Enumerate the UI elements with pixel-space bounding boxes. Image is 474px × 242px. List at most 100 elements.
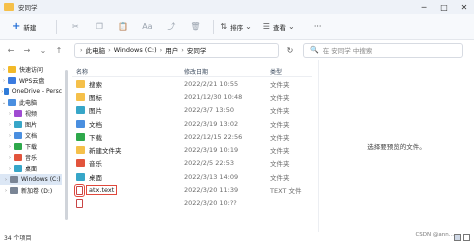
sidebar-item[interactable]: › 快速访问 [0,64,62,75]
copy-icon[interactable]: ❐ [91,19,107,35]
view-label: 查看 [272,23,286,32]
sidebar-item[interactable]: › OneDrive - Persc [0,86,62,97]
chevron-icon[interactable]: › [6,111,14,117]
file-name: 搜索 [89,80,102,89]
sidebar-item[interactable]: › 音乐 [0,152,62,163]
paste-icon[interactable]: 📋 [115,19,131,35]
sidebar-item-label: 下载 [25,144,38,151]
column-header-date[interactable]: 修改日期 [184,67,270,76]
file-rows: 搜索 2022/2/21 10:55 文件夹 图标 2021/12/30 10:48 文件… [72,77,312,210]
file-row[interactable]: 图标 2021/12/30 10:48 文件夹 [72,90,312,103]
back-button[interactable]: ← [4,43,18,57]
file-row[interactable]: 文档 2022/3/19 13:02 文件夹 [72,117,312,130]
sidebar-item[interactable]: › 桌面 [0,163,62,174]
separator-icon: › [80,46,83,54]
cut-icon[interactable]: ✂ [67,19,83,35]
sort-button[interactable]: ⇅ 排序 ⌄ [220,22,254,32]
window-title: 安同学 [18,4,38,12]
delete-icon[interactable]: 🗑 [187,19,203,35]
chevron-icon[interactable]: › [6,144,14,150]
item-count: 34 个项目 [4,234,32,242]
file-name-cell [72,198,184,208]
chevron-icon[interactable]: › [2,188,10,194]
column-header-name[interactable]: 名称 [72,67,184,76]
sidebar-item[interactable]: › 文档 [0,130,62,141]
up-button[interactable]: ↑ [52,43,66,57]
file-date: 2022/3/19 13:02 [184,119,239,128]
sidebar-item-icon [14,121,22,128]
file-name: 桌面 [89,173,102,182]
minimize-button[interactable]: ─ [414,0,434,14]
recent-locations-button[interactable]: ⌄ [36,43,50,57]
sidebar-item[interactable]: ⌄ 此电脑 [0,97,62,108]
watermark: CSDN @ann... [415,232,454,238]
rename-icon[interactable]: Aa [139,19,155,35]
breadcrumb-item[interactable]: 此电脑 [86,45,106,55]
file-row[interactable]: 下载 2022/12/15 22:56 文件夹 [72,130,312,143]
sidebar-item-icon [8,77,16,84]
file-row[interactable]: 音乐 2022/2/5 22:53 文件夹 [72,157,312,170]
maximize-button[interactable]: □ [434,0,454,14]
file-row[interactable]: atx.text 2022/3/20 11:39 TEXT 文件 [72,183,312,197]
file-name: 文档 [89,120,102,129]
file-name-cell: 桌面 [72,172,184,182]
sidebar-item[interactable]: › 新加卷 (D:) [0,185,62,196]
folder-icon [76,119,85,128]
sidebar-item-icon [14,165,22,172]
search-placeholder: 在 安同学 中搜索 [322,47,373,55]
breadcrumb-item[interactable]: 安同学 [187,45,207,55]
column-header-type[interactable]: 类型 [270,67,312,76]
sidebar-item-icon [14,110,22,117]
chevron-icon[interactable]: ⌄ [0,100,8,106]
chevron-icon[interactable]: › [6,122,14,128]
title-bar: 安同学 ─ □ ✕ [0,0,474,14]
file-date: 2022/3/20 10:?? [184,199,237,208]
chevron-icon[interactable]: › [6,133,14,139]
breadcrumb-item[interactable]: Windows (C:) [114,46,157,54]
sidebar-item[interactable]: › 下载 [0,141,62,152]
close-button[interactable]: ✕ [454,0,474,14]
chevron-icon[interactable]: › [6,155,14,161]
sidebar-item-icon [10,176,18,183]
search-input[interactable]: 🔍 在 安同学 中搜索 [303,42,463,58]
breadcrumb-item[interactable]: 用户 [165,45,178,55]
more-options-icon[interactable]: ··· [310,19,326,35]
chevron-down-icon: ⌄ [287,22,295,31]
file-name: 下载 [89,133,102,142]
file-row[interactable]: 2022/3/20 10:?? [72,197,312,210]
sidebar-item[interactable]: › 图片 [0,119,62,130]
view-icon: ☰ [262,22,270,31]
chevron-icon[interactable]: › [0,78,8,84]
file-row[interactable]: 搜索 2022/2/21 10:55 文件夹 [72,77,312,90]
navigation-pane: › 快速访问 › WPS云盘 › OneDrive - Persc ⌄ 此电脑 › 视频 › 图片 › 文… [0,64,62,232]
file-row[interactable]: 新建文件夹 2022/3/19 10:19 文件夹 [72,143,312,156]
file-name: atx.text [85,185,118,196]
sidebar-item[interactable]: › Windows (C:) [0,174,62,185]
sidebar-item[interactable]: › WPS云盘 [0,75,62,86]
chevron-icon[interactable]: › [0,67,8,73]
view-button[interactable]: ☰ 查看 ⌄ [263,22,298,32]
chevron-icon[interactable]: › [6,166,14,172]
refresh-button[interactable]: ↻ [283,43,297,57]
chevron-icon[interactable]: › [2,177,10,183]
file-name: 图标 [89,93,102,102]
file-name-cell: 新建文件夹 [72,145,184,155]
file-name-cell: 图标 [72,92,184,102]
column-headers: 名称 修改日期 类型 [72,66,312,77]
file-date: 2022/3/13 14:09 [184,172,239,181]
file-row[interactable]: 桌面 2022/3/13 14:09 文件夹 [72,170,312,183]
sidebar-item[interactable]: › 视频 [0,108,62,119]
sidebar-item-icon [10,187,18,194]
forward-button[interactable]: → [20,43,34,57]
tiles-view-button[interactable] [463,233,470,241]
sidebar-item-icon [4,88,9,95]
scrollbar[interactable] [65,70,68,220]
sidebar-item-label: 此电脑 [19,100,38,107]
sidebar-item-label: 桌面 [25,166,38,173]
share-icon[interactable]: ⤴ [163,19,179,35]
breadcrumb[interactable]: › 此电脑 › Windows (C:) › 用户 › 安同学 [74,42,279,58]
details-view-button[interactable] [454,233,461,241]
folder-icon [76,92,85,101]
new-button[interactable]: + 新建 [6,18,42,35]
file-row[interactable]: 图片 2022/3/7 13:50 文件夹 [72,104,312,117]
